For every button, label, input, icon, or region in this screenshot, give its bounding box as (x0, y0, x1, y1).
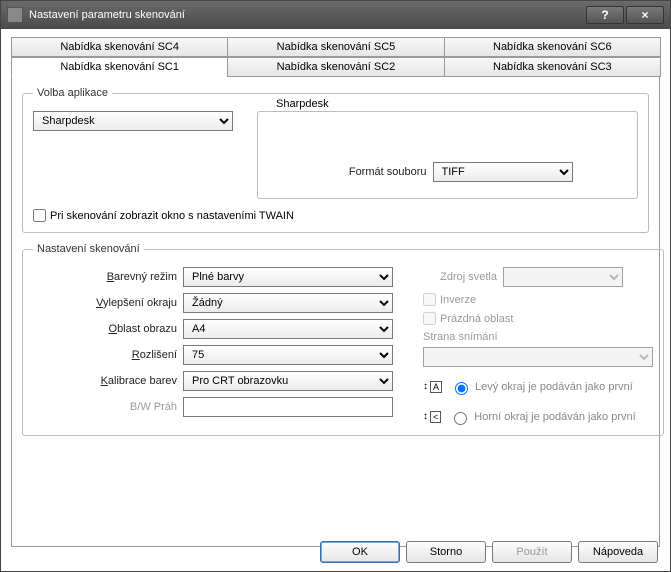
help-button[interactable]: Nápoveda (578, 541, 658, 563)
blank-area-checkbox (423, 312, 436, 325)
edge-enhance-select[interactable]: Žádný (183, 293, 393, 313)
light-source-select (503, 267, 623, 287)
titlebar: Nastavení parametru skenování ? × (1, 1, 670, 29)
tab-sc1[interactable]: Nabídka skenování SC1 (11, 57, 228, 77)
scan-side-select (423, 347, 653, 367)
app-choice-legend: Volba aplikace (33, 87, 112, 99)
dialog-footer: OK Storno Použít Nápoveda (320, 541, 658, 563)
dialog-window: Nastavení parametru skenování ? × Nabídk… (0, 0, 671, 572)
color-cal-select[interactable]: Pro CRT obrazovku (183, 371, 393, 391)
tab-sc2[interactable]: Nabídka skenování SC2 (227, 57, 444, 77)
resolution-label: ozlišení (140, 349, 177, 361)
sub-panel-title: Sharpdesk (272, 98, 333, 110)
edge-enhance-label: ylepšení okraju (103, 297, 177, 309)
twain-window-checkbox[interactable] (33, 209, 46, 222)
top-edge-first-label: Horní okraj je podáván jako první (474, 411, 635, 423)
ok-button[interactable]: OK (320, 541, 400, 563)
resolution-select[interactable]: 75 (183, 345, 393, 365)
orientation-left-icon: ↕A (423, 381, 442, 393)
tab-sc4[interactable]: Nabídka skenování SC4 (11, 37, 228, 57)
light-source-label: Zdroj svetla (423, 271, 503, 283)
apply-button: Použít (492, 541, 572, 563)
bw-threshold-label: B/W Práh (33, 401, 183, 413)
file-format-label: Formát souboru (323, 166, 433, 178)
invert-label: Inverze (440, 294, 476, 306)
color-mode-label: arevný režim (114, 271, 177, 283)
orientation-top-icon: ↕< (423, 411, 441, 423)
scan-area-label: blast obrazu (117, 323, 177, 335)
tab-panel: Volba aplikace Sharpdesk Sharpdesk Formá… (11, 77, 660, 547)
color-mode-select[interactable]: Plné barvy (183, 267, 393, 287)
scan-settings-legend: Nastavení skenování (33, 243, 144, 255)
twain-window-label: Pri skenování zobrazit okno s nastavením… (50, 210, 294, 222)
blank-area-label: Prázdná oblast (440, 313, 513, 325)
left-edge-first-label: Levý okraj je podáván jako první (475, 381, 633, 393)
cancel-button[interactable]: Storno (406, 541, 486, 563)
tab-sc6[interactable]: Nabídka skenování SC6 (444, 37, 661, 57)
tab-sc5[interactable]: Nabídka skenování SC5 (227, 37, 444, 57)
scan-side-label: Strana snímání (423, 331, 498, 343)
invert-checkbox (423, 293, 436, 306)
scan-area-select[interactable]: A4 (183, 319, 393, 339)
window-title: Nastavení parametru skenování (29, 9, 586, 21)
file-format-select[interactable]: TIFF (433, 162, 573, 182)
app-icon (7, 7, 23, 23)
scan-settings-group: Nastavení skenování Barevný režim Plné b… (22, 243, 664, 436)
left-edge-first-radio[interactable] (455, 382, 468, 395)
top-edge-first-radio[interactable] (454, 412, 467, 425)
color-cal-label: alibrace barev (108, 375, 177, 387)
help-button-titlebar[interactable]: ? (586, 6, 624, 24)
tab-strip: Nabídka skenování SC4 Nabídka skenování … (11, 37, 660, 77)
bw-threshold-input (183, 397, 393, 417)
tab-sc3[interactable]: Nabídka skenování SC3 (444, 57, 661, 77)
app-choice-group: Volba aplikace Sharpdesk Sharpdesk Formá… (22, 87, 649, 233)
application-select[interactable]: Sharpdesk (33, 111, 233, 131)
close-button[interactable]: × (626, 6, 664, 24)
